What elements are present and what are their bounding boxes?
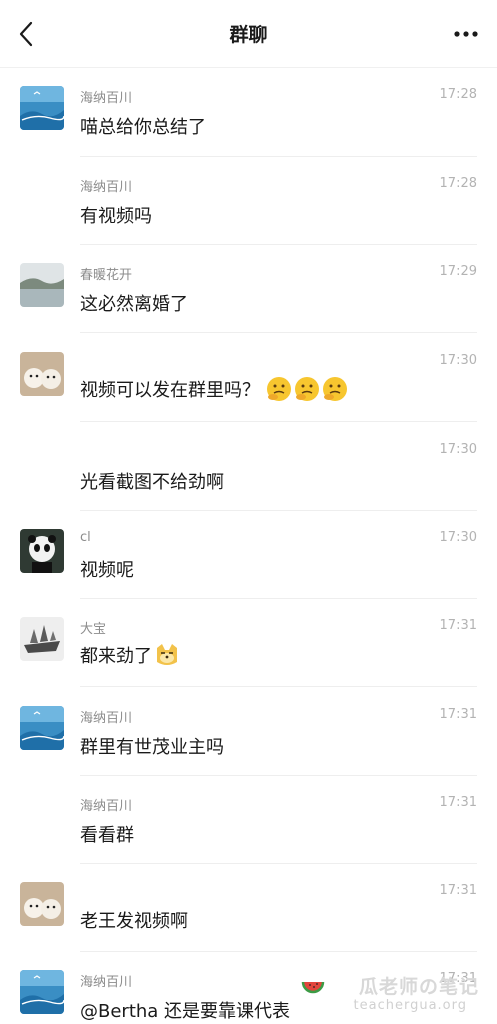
sea-avatar[interactable] — [20, 706, 64, 750]
sender-name: 春暖花开 — [80, 268, 133, 283]
message-time: 17:29 — [439, 264, 477, 279]
message-text: 喵总给你总结了 — [80, 117, 206, 138]
sender-name: cl — [80, 530, 91, 545]
chat-message: 海纳百川 17:31 看看群 — [0, 794, 497, 882]
message-time: 17:31 — [439, 795, 477, 810]
divider — [80, 863, 477, 864]
sender-name: 海纳百川 — [80, 91, 133, 106]
chat-message: 大宝 17:31 都来劲了 — [0, 617, 497, 705]
puppies-avatar[interactable] — [20, 882, 64, 926]
chat-message: 海纳百川 17:28 喵总给你总结了 — [0, 86, 497, 174]
chat-message: 17:30 光看截图不给劲啊 — [0, 441, 497, 529]
chat-message: 17:30 视频可以发在群里吗？ — [0, 352, 497, 440]
puppies-avatar[interactable] — [20, 352, 64, 396]
message-text: @Bertha 还是要靠课代表 — [80, 1001, 291, 1022]
watermark-title: 瓜老师の笔记 — [358, 976, 479, 998]
divider — [80, 244, 477, 245]
thinking-face-emoji — [295, 377, 319, 401]
chat-message: 17:31 老王发视频啊 — [0, 882, 497, 970]
thinking-face-emoji — [267, 377, 291, 401]
divider — [80, 598, 477, 599]
chat-message: 海纳百川 17:31 群里有世茂业主吗 — [0, 706, 497, 794]
more-dots-icon — [454, 31, 478, 37]
sender-name: 海纳百川 — [80, 711, 133, 726]
watermark-url: teachergua.org — [353, 998, 467, 1013]
chat-message: 海纳百川 17:28 有视频吗 — [0, 175, 497, 263]
message-time: 17:31 — [439, 883, 477, 898]
message-text: 视频呢 — [80, 560, 134, 581]
chat-message: cl 17:30 视频呢 — [0, 529, 497, 617]
sea-avatar[interactable] — [20, 970, 64, 1014]
message-time: 17:28 — [439, 87, 477, 102]
divider — [80, 951, 477, 952]
watermelon-icon — [301, 981, 325, 994]
message-time: 17:30 — [439, 353, 477, 368]
thinking-face-emoji — [323, 377, 347, 401]
message-time: 17:31 — [439, 707, 477, 722]
ship-avatar[interactable] — [20, 617, 64, 661]
message-text: 光看截图不给劲啊 — [80, 472, 224, 493]
message-text: 群里有世茂业主吗 — [80, 737, 224, 758]
message-time: 17:28 — [439, 176, 477, 191]
page-title: 群聊 — [229, 24, 268, 46]
message-text: 老王发视频啊 — [80, 911, 188, 932]
message-text: 都来劲了 — [80, 646, 152, 667]
top-bar: 群聊 — [0, 0, 497, 68]
divider — [80, 686, 477, 687]
message-text: 视频可以发在群里吗？ — [80, 380, 260, 401]
message-time: 17:30 — [439, 442, 477, 457]
sender-name: 海纳百川 — [80, 799, 133, 814]
panda-avatar[interactable] — [20, 529, 64, 573]
divider — [80, 510, 477, 511]
sender-name: 海纳百川 — [80, 180, 133, 195]
message-row: 都来劲了 — [80, 642, 180, 668]
watermark: 瓜老师の笔记 teachergua.org — [297, 972, 487, 1018]
sea-avatar[interactable] — [20, 86, 64, 130]
divider — [80, 775, 477, 776]
doge-emoji — [157, 644, 177, 665]
more-button[interactable] — [449, 18, 483, 50]
sender-name: 大宝 — [80, 622, 107, 637]
divider — [80, 421, 477, 422]
message-text: 这必然离婚了 — [80, 294, 188, 315]
message-text: 有视频吗 — [80, 206, 152, 227]
divider — [80, 156, 477, 157]
message-time: 17:31 — [439, 618, 477, 633]
message-row: 视频可以发在群里吗？ — [80, 376, 348, 402]
message-text: 看看群 — [80, 825, 134, 846]
divider — [80, 332, 477, 333]
message-time: 17:30 — [439, 530, 477, 545]
sender-name: 海纳百川 — [80, 975, 133, 990]
chat-message: 春暖花开 17:29 这必然离婚了 — [0, 263, 497, 351]
lake-avatar[interactable] — [20, 263, 64, 307]
